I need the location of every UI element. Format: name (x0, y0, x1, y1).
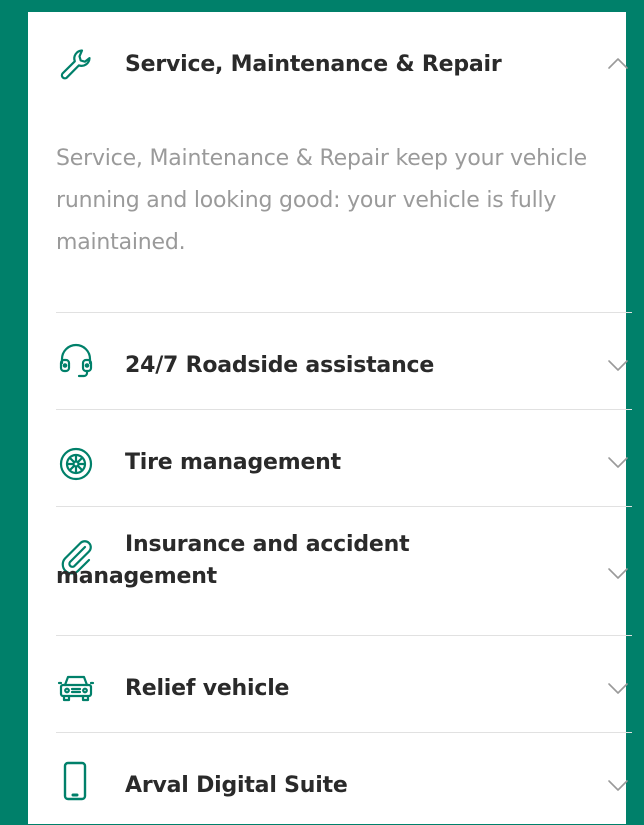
chevron-down-icon[interactable] (604, 351, 632, 379)
accordion-item-insurance-accident-management[interactable]: Insurance and accident management (56, 506, 632, 636)
accordion-item-title: Tire management (125, 450, 341, 475)
accordion-item-relief-vehicle[interactable]: Relief vehicle (56, 635, 632, 733)
accordion-item-title: Arval Digital Suite (125, 773, 348, 798)
accordion-item-arval-digital-suite[interactable]: Arval Digital Suite (56, 732, 632, 825)
wrench-icon (56, 44, 96, 84)
chevron-down-icon[interactable] (604, 674, 632, 702)
chevron-down-icon[interactable] (604, 771, 632, 799)
chevron-down-icon[interactable] (604, 448, 632, 476)
chevron-down-icon[interactable] (604, 559, 632, 587)
accordion-item-title: Relief vehicle (125, 676, 290, 701)
accordion-item-title: Insurance and accident management (56, 532, 410, 589)
accordion-item-title: 24/7 Roadside assistance (125, 353, 435, 378)
services-accordion: Service, Maintenance & Repair Service, M… (28, 12, 632, 824)
car-icon (56, 668, 96, 708)
tire-icon (56, 444, 96, 484)
chevron-up-icon[interactable] (604, 50, 632, 78)
smartphone-icon (56, 761, 96, 801)
accordion-item-roadside-assistance[interactable]: 24/7 Roadside assistance (56, 312, 632, 410)
accordion-item-tire-management[interactable]: Tire management (56, 409, 632, 507)
headset-icon (56, 341, 96, 381)
accordion-item-description: Service, Maintenance & Repair keep your … (56, 146, 587, 255)
accordion-item-title: Service, Maintenance & Repair (125, 52, 502, 77)
